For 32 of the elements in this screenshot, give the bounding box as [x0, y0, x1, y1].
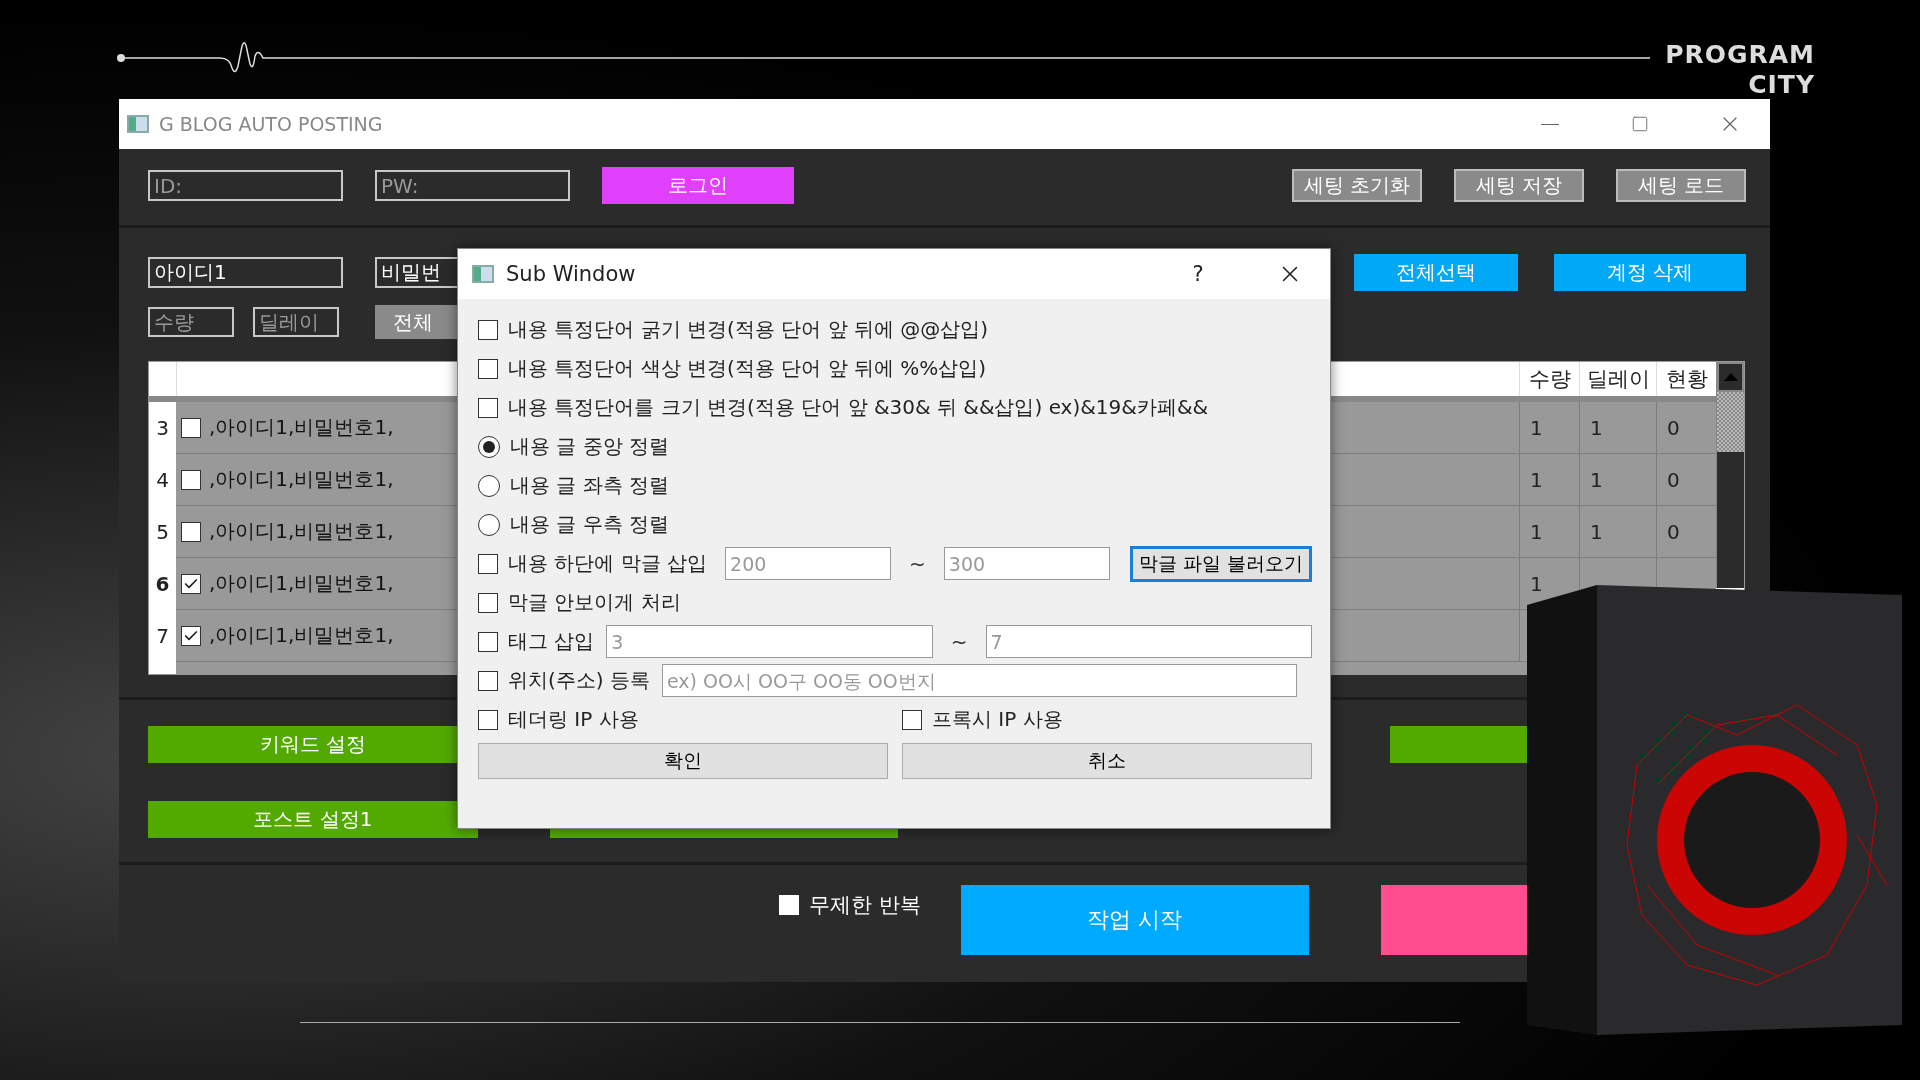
table-cell: ,아이디1,비밀번호1,	[209, 570, 394, 597]
option-label: 테더링 IP 사용	[508, 706, 639, 733]
option-label: 태그 삽입	[508, 628, 595, 655]
table-cell: ,아이디1,비밀번호1,	[209, 414, 394, 441]
window-title: G BLOG AUTO POSTING	[159, 113, 384, 135]
column-header: 수량	[1519, 362, 1579, 396]
table-cell: ,아이디1,비밀번호1,	[209, 466, 394, 493]
table-cell: 1	[1519, 454, 1579, 506]
column-header: 딜레이	[1579, 362, 1656, 396]
option-label: 막글 안보이게 처리	[508, 589, 681, 616]
option-label: 내용 특정단어 굵기 변경(적용 단어 앞 뒤에 @@삽입)	[508, 316, 989, 343]
table-cell: 1	[1579, 506, 1656, 558]
option-label: 내용 하단에 막글 삽입	[508, 550, 708, 577]
table-cell: 1	[1519, 506, 1579, 558]
brand-logo-text: PROGRAM	[1665, 40, 1815, 70]
option-label: 내용 특정단어 색상 변경(적용 단어 앞 뒤에 %%삽입)	[508, 355, 987, 382]
option-label: 프록시 IP 사용	[932, 706, 1063, 733]
table-cell: 1	[1579, 454, 1656, 506]
dialog-title: Sub Window	[506, 262, 637, 286]
option-label: 내용 특정단어를 크기 변경(적용 단어 앞 &30& 뒤 &&삽입) ex)&19&카페&&	[508, 394, 1209, 421]
repeat-label: 무제한 반복	[809, 892, 921, 919]
option-label: 내용 글 중앙 정렬	[510, 433, 670, 460]
tilde-separator: ~	[909, 551, 926, 576]
tilde-separator: ~	[950, 629, 968, 654]
table-cell: 1	[1519, 402, 1579, 454]
table-cell: 1	[1579, 402, 1656, 454]
option-label: 내용 글 우측 정렬	[510, 511, 670, 538]
option-label: 내용 글 좌측 정렬	[510, 472, 670, 499]
brand-logo-text: CITY	[1748, 70, 1815, 100]
option-label: 위치(주소) 등록	[508, 667, 650, 694]
table-cell: ,아이디1,비밀번호1,	[209, 622, 394, 649]
table-cell: ,아이디1,비밀번호1,	[209, 518, 394, 545]
